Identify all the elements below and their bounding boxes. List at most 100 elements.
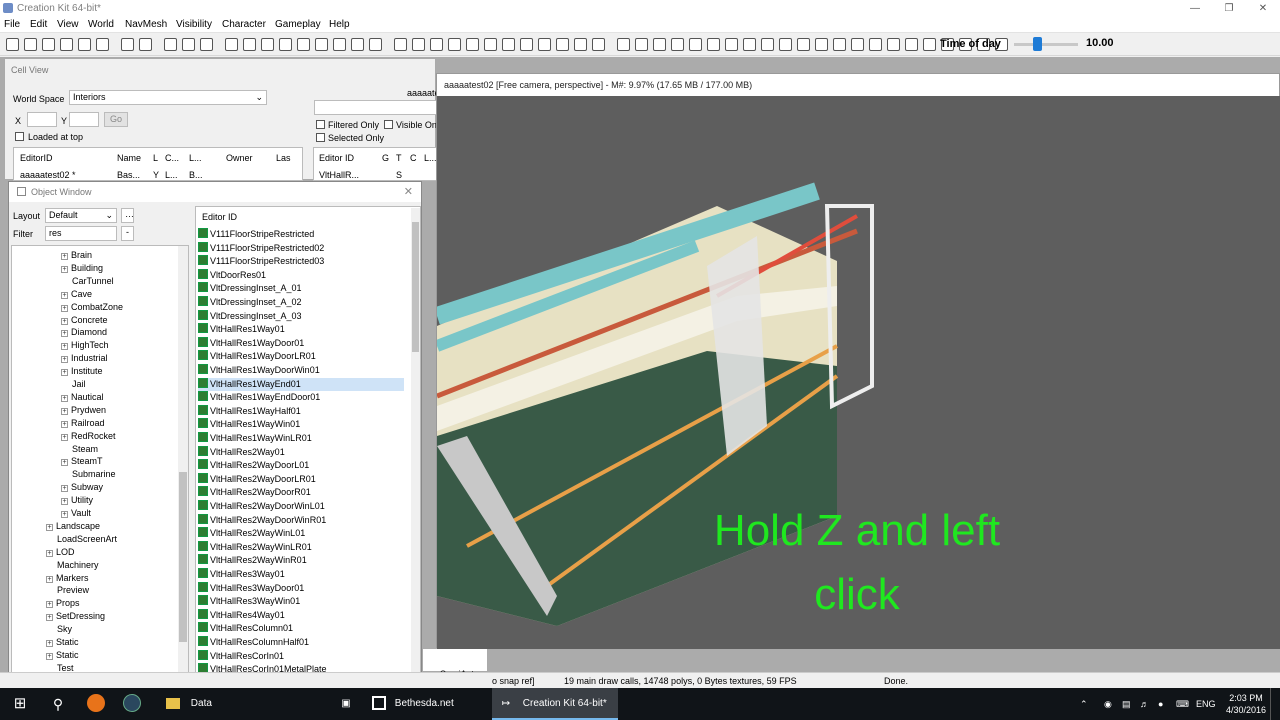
cell-list[interactable]: EditorID Name L C... L... Owner Las aaaa… (13, 147, 303, 181)
tree-item[interactable]: + HighTech (61, 340, 109, 351)
cube-4-icon[interactable] (779, 38, 792, 51)
minimize-icon[interactable]: — (1178, 0, 1212, 17)
walk-icon[interactable] (592, 38, 605, 51)
expand-icon[interactable]: + (61, 498, 68, 506)
expand-icon[interactable]: + (46, 523, 53, 531)
list-item[interactable]: VltHallRes2WayWinLR01 (198, 540, 404, 555)
expand-icon[interactable]: + (61, 485, 68, 493)
list-item[interactable]: VltHallResCorIn01 (198, 649, 404, 664)
col-t[interactable]: T (396, 153, 402, 163)
tree-item[interactable]: + Building (61, 263, 103, 273)
tree-item[interactable]: + Vault (61, 508, 91, 518)
expand-icon[interactable]: + (61, 291, 68, 299)
tree-item[interactable]: Jail (61, 379, 86, 389)
col-c3[interactable]: C (410, 153, 417, 163)
preview-icon[interactable] (653, 38, 666, 51)
menu-file[interactable]: File (4, 19, 20, 30)
cube-3-icon[interactable] (761, 38, 774, 51)
expand-icon[interactable]: + (61, 356, 68, 364)
object-list[interactable]: Editor ID V111FloorStripeRestricted V111F… (195, 206, 421, 689)
room-icon[interactable] (520, 38, 533, 51)
emitter-icon[interactable] (466, 38, 479, 51)
col-name[interactable]: Name (117, 153, 141, 163)
list-item[interactable]: VltHallRes4Way01 (198, 608, 404, 623)
open-icon[interactable] (24, 38, 37, 51)
expand-icon[interactable]: + (61, 407, 68, 415)
list-item[interactable]: VltDressingInset_A_01 (198, 282, 404, 296)
steam-icon[interactable] (116, 688, 148, 720)
camera-icon[interactable] (671, 38, 684, 51)
x-input[interactable] (27, 112, 57, 127)
tree-item[interactable]: + Diamond (61, 327, 107, 338)
tree-item[interactable]: + Cave (61, 289, 92, 299)
menu-help[interactable]: Help (329, 19, 350, 30)
volume-icon[interactable]: ♬ (1140, 688, 1154, 720)
expand-icon[interactable]: + (61, 265, 68, 273)
close-icon[interactable]: ✕ (404, 185, 413, 198)
list-item[interactable]: VltHallRes2WayDoorLR01 (198, 472, 404, 487)
list-item[interactable]: VltHallRes1WayDoor01 (198, 336, 404, 351)
network-icon[interactable]: ▤ (1122, 688, 1136, 720)
list-item[interactable]: VltHallRes3WayDoor01 (198, 581, 404, 596)
layer-icon[interactable] (707, 38, 720, 51)
tree-item[interactable]: + Railroad (61, 418, 105, 428)
list-item[interactable]: VltHallRes1Way01 (198, 323, 404, 337)
markers-icon[interactable] (297, 38, 310, 51)
list-scrollbar-thumb[interactable] (412, 222, 419, 352)
navmesh-icon[interactable] (333, 38, 346, 51)
tree-item[interactable]: LoadScreenArt (46, 534, 117, 544)
windows-start-icon[interactable]: ⊞ (0, 688, 40, 720)
list-item[interactable]: VltHallRes1WayEndDoor01 (198, 391, 404, 405)
redo-icon[interactable] (139, 38, 152, 51)
occlusion-icon[interactable] (369, 38, 382, 51)
cell-filter-input[interactable] (314, 100, 437, 115)
filtered-only-checkbox[interactable] (316, 120, 325, 129)
list-item[interactable]: VltHallRes1WayDoorLR01 (198, 350, 404, 364)
tree-item[interactable]: + Static (46, 637, 79, 647)
show-desktop-button[interactable] (1270, 688, 1280, 720)
collision-icon[interactable] (351, 38, 364, 51)
fog-icon[interactable] (279, 38, 292, 51)
tree-item[interactable]: + Nautical (61, 392, 104, 402)
tree-item[interactable]: CarTunnel (61, 276, 114, 286)
save-icon[interactable] (42, 38, 55, 51)
list-item[interactable]: VltHallRes1WayEnd01 (198, 377, 404, 392)
expand-icon[interactable]: + (46, 575, 53, 583)
tree-item[interactable]: + Utility (61, 495, 93, 506)
cube-9-icon[interactable] (869, 38, 882, 51)
undo-icon[interactable] (121, 38, 134, 51)
object-window-icon[interactable] (78, 38, 91, 51)
cube-7-icon[interactable] (833, 38, 846, 51)
snap-angle-icon[interactable] (182, 38, 195, 51)
object-row-editor-id[interactable]: VltHallR... (319, 170, 359, 180)
list-item[interactable]: VltHallRes2WayDoorR01 (198, 486, 404, 500)
expand-icon[interactable]: + (46, 640, 53, 647)
list-item[interactable]: VltDressingInset_A_02 (198, 296, 404, 310)
expand-icon[interactable]: + (61, 511, 68, 518)
col-object-editor-id[interactable]: Editor ID (202, 212, 237, 222)
tree-item[interactable]: Steam (61, 444, 98, 454)
clock[interactable]: 2:03 PM 4/30/2016 (1226, 692, 1266, 720)
tray-expand-icon[interactable]: ⌃ (1080, 688, 1096, 720)
bound-icon[interactable] (538, 38, 551, 51)
tree-item[interactable]: Submarine (61, 469, 116, 479)
list-item[interactable]: V111FloorStripeRestricted (198, 228, 404, 242)
object-window-titlebar[interactable]: Object Window ✕ (9, 182, 421, 202)
tree-item[interactable]: + RedRocket (61, 431, 116, 441)
col-l2[interactable]: L... (189, 153, 202, 163)
menu-navmesh[interactable]: NavMesh (125, 19, 167, 30)
list-item[interactable]: VltHallRes3Way01 (198, 568, 404, 582)
region-icon[interactable] (484, 38, 497, 51)
light-icon[interactable] (689, 38, 702, 51)
expand-icon[interactable]: + (61, 343, 68, 351)
list-item[interactable]: V111FloorStripeRestricted03 (198, 255, 404, 269)
tree-item[interactable]: + SteamT (61, 456, 103, 467)
expand-icon[interactable]: + (46, 652, 53, 660)
tray-app-icon[interactable]: ◉ (1104, 688, 1118, 720)
tree-item[interactable]: + CombatZone (61, 302, 123, 312)
selected-only-checkbox[interactable] (316, 133, 325, 142)
expand-icon[interactable]: + (61, 304, 68, 312)
col-editorid[interactable]: EditorID (20, 153, 53, 163)
preferences-icon[interactable] (60, 38, 73, 51)
list-item[interactable]: VltDressingInset_A_03 (198, 309, 404, 324)
